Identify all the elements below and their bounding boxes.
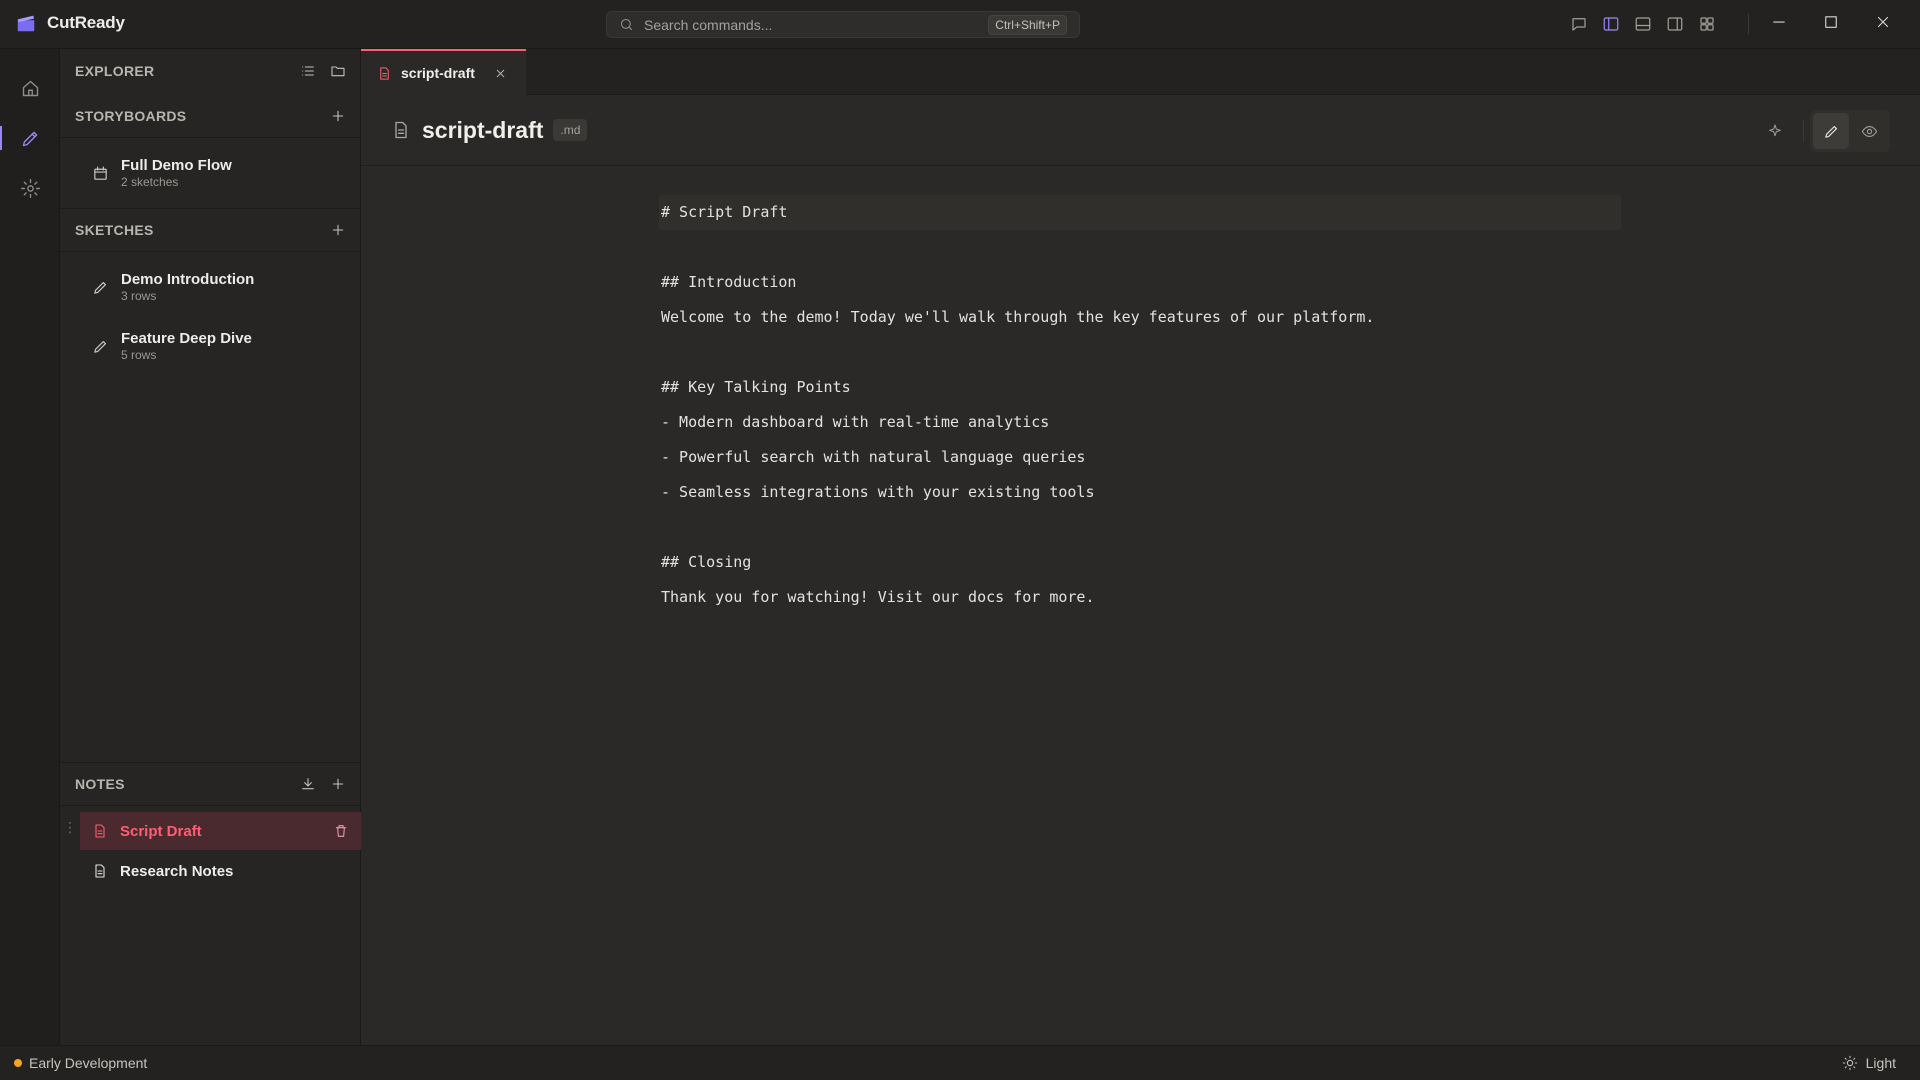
panel-bottom-icon[interactable] — [1634, 15, 1652, 33]
tab-label: script-draft — [401, 65, 475, 81]
brand: CutReady — [15, 12, 125, 34]
status-dot — [14, 1059, 22, 1067]
notes-header: NOTES — [60, 762, 361, 806]
theme-label: Light — [1865, 1055, 1896, 1071]
sparkle-icon[interactable] — [1767, 123, 1783, 139]
add-storyboard-icon[interactable] — [330, 108, 346, 124]
editor-line: ## Closing — [661, 553, 752, 571]
editor-line: ## Introduction — [661, 273, 797, 291]
close-icon[interactable] — [1874, 13, 1892, 31]
sketch-title: Demo Introduction — [121, 271, 255, 288]
activity-bar — [0, 49, 60, 1045]
status-bar: Early Development Light — [0, 1045, 1920, 1080]
grid-layout-icon[interactable] — [1698, 15, 1716, 33]
command-search[interactable]: Search commands... Ctrl+Shift+P — [606, 11, 1080, 38]
editor-header: script-draft .md — [361, 95, 1920, 166]
pencil-icon — [1823, 123, 1840, 140]
storyboards-title: STORYBOARDS — [75, 107, 187, 124]
activity-settings[interactable] — [0, 168, 60, 208]
view-mode-toggle — [1810, 110, 1890, 152]
document-icon — [92, 863, 108, 879]
status-text: Early Development — [29, 1055, 148, 1071]
explorer-sidebar: EXPLORER STORYBOARDS Full Demo Flow 2 sk… — [60, 49, 361, 1045]
sketches-title: SKETCHES — [75, 222, 154, 238]
home-icon — [20, 78, 41, 99]
editor-line: ## Key Talking Points — [661, 378, 851, 396]
clapperboard-logo-icon — [15, 12, 37, 34]
gear-icon — [20, 178, 41, 199]
activity-sketch[interactable] — [0, 118, 60, 158]
document-icon — [92, 823, 108, 839]
editor-line: - Modern dashboard with real-time analyt… — [661, 413, 1050, 431]
document-icon — [391, 120, 411, 140]
editor-line: - Powerful search with natural language … — [661, 448, 1086, 466]
pencil-icon — [92, 279, 109, 296]
explorer-title: EXPLORER — [75, 63, 155, 79]
search-shortcut: Ctrl+Shift+P — [988, 14, 1067, 35]
sidebar-right-icon[interactable] — [1666, 15, 1684, 33]
markdown-editor[interactable]: # Script Draft ## Introduction Welcome t… — [659, 195, 1621, 615]
note-item[interactable]: Research Notes — [80, 852, 361, 890]
sketch-title: Feature Deep Dive — [121, 330, 252, 347]
title-bar: CutReady Search commands... Ctrl+Shift+P — [0, 0, 1920, 49]
list-view-icon[interactable] — [300, 63, 316, 79]
close-icon — [494, 67, 507, 80]
editor-actions-divider — [1803, 120, 1804, 142]
sketch-item[interactable]: Demo Introduction 3 rows — [80, 263, 341, 311]
storyboard-count: 2 sketches — [121, 175, 179, 189]
search-placeholder: Search commands... — [644, 16, 773, 33]
sketch-item[interactable]: Feature Deep Dive 5 rows — [80, 322, 341, 370]
notes-title: NOTES — [75, 776, 125, 792]
calendar-icon — [92, 165, 109, 182]
titlebar-divider — [1748, 14, 1749, 34]
maximize-icon[interactable] — [1822, 13, 1840, 31]
search-icon — [619, 17, 634, 32]
editor-line: # Script Draft — [659, 195, 1621, 230]
pencil-icon — [92, 338, 109, 355]
tab-script-draft[interactable]: script-draft — [361, 49, 526, 95]
note-title: Research Notes — [120, 862, 234, 880]
add-sketch-icon[interactable] — [330, 222, 346, 238]
sketch-rows: 5 rows — [121, 348, 157, 362]
sidebar-left-icon[interactable] — [1602, 15, 1620, 33]
edit-mode-button[interactable] — [1813, 113, 1849, 149]
sun-icon — [1842, 1055, 1858, 1071]
sketch-rows: 3 rows — [121, 289, 157, 303]
import-icon[interactable] — [300, 776, 316, 792]
editor-line: - Seamless integrations with your existi… — [661, 483, 1095, 501]
editor-line: Thank you for watching! Visit our docs f… — [661, 588, 1095, 606]
trash-icon[interactable] — [333, 823, 349, 839]
theme-toggle[interactable]: Light — [1842, 1055, 1896, 1071]
document-title: script-draft — [422, 116, 544, 143]
tab-bar: script-draft — [361, 49, 1920, 95]
storyboards-header: STORYBOARDS — [60, 94, 361, 138]
sketches-header: SKETCHES — [60, 208, 361, 252]
layout-toggles — [1570, 15, 1716, 33]
pencil-icon — [20, 128, 41, 149]
eye-icon — [1861, 123, 1878, 140]
explorer-header: EXPLORER — [60, 49, 361, 93]
app-name: CutReady — [47, 13, 125, 32]
add-note-icon[interactable] — [330, 776, 346, 792]
tab-close-button[interactable] — [494, 67, 507, 80]
note-title: Script Draft — [120, 822, 202, 840]
minimize-icon[interactable] — [1770, 13, 1788, 31]
note-item-active[interactable]: Script Draft — [80, 812, 361, 850]
file-extension-badge: .md — [553, 119, 588, 141]
window-controls — [1770, 13, 1892, 31]
editor-line: Welcome to the demo! Today we'll walk th… — [661, 308, 1375, 326]
storyboard-item[interactable]: Full Demo Flow 2 sketches — [80, 149, 341, 197]
preview-mode-button[interactable] — [1851, 113, 1887, 149]
document-icon — [377, 66, 392, 81]
folder-icon[interactable] — [330, 63, 346, 79]
chat-icon[interactable] — [1570, 15, 1588, 33]
activity-home[interactable] — [0, 68, 60, 108]
storyboard-title: Full Demo Flow — [121, 157, 232, 174]
